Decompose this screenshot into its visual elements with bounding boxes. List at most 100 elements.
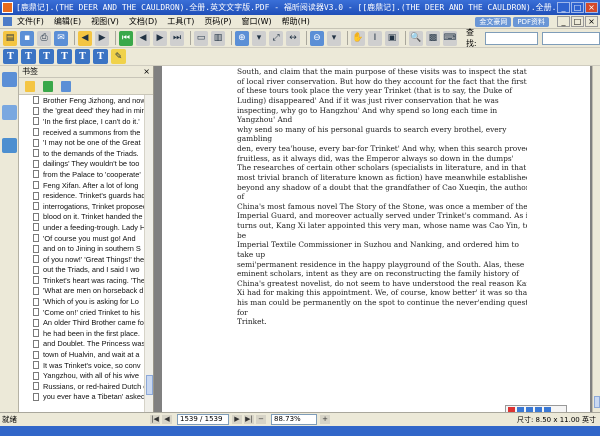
single-page-icon[interactable]: ▭ — [193, 30, 208, 46]
text-strike-icon[interactable]: T — [57, 49, 72, 64]
open-file-icon[interactable]: ▤ — [3, 30, 18, 46]
text-edit-icon[interactable]: T — [39, 49, 54, 64]
menu-tools[interactable]: 工具(T) — [162, 16, 199, 27]
bookmark-item[interactable]: Yangzhou, with all of his wive — [33, 370, 153, 381]
bookmark-item[interactable]: 'I may not be one of the Great — [33, 137, 153, 148]
bookmark-item[interactable]: Brother Feng Jizhong, and now — [33, 95, 153, 106]
bookmark-item[interactable]: 'What are men on horseback d — [33, 286, 153, 297]
layers-tab-icon[interactable] — [2, 138, 17, 153]
ad-link-right[interactable]: PDF资料 — [513, 16, 549, 27]
bookmark-item[interactable]: from the Palace to 'cooperate' — [33, 169, 153, 180]
bookmark-item[interactable]: received a summons from the — [33, 127, 153, 138]
previous-view-icon[interactable]: ◀ — [78, 30, 93, 46]
status-next-page-icon[interactable]: ▶ — [232, 415, 242, 424]
last-page-icon[interactable]: ⏭ — [170, 30, 185, 46]
bookmark-item[interactable]: to the demands of the Triads. — [33, 148, 153, 159]
bookmark-item[interactable]: you ever have a Tibetan' asked — [33, 392, 153, 403]
bookmark-item[interactable]: Trinket's heart was racing. 'The — [33, 275, 153, 286]
bookmarks-tab-icon[interactable] — [2, 72, 17, 87]
document-scroll-thumb[interactable] — [594, 396, 600, 408]
doc-close-button[interactable]: × — [585, 16, 598, 27]
bookmark-item[interactable]: 'Which of you is asking for Lo — [33, 296, 153, 307]
bookmark-item[interactable]: 'Come on!' cried Trinket to his — [33, 307, 153, 318]
bookmark-list[interactable]: Brother Feng Jizhong, and now the 'great … — [19, 95, 153, 412]
pdf-page[interactable]: South, and claim that the main purpose o… — [162, 66, 590, 412]
status-last-page-icon[interactable]: ▶| — [244, 415, 254, 424]
bookmark-item[interactable]: Russians, or red-haired Dutch o — [33, 381, 153, 392]
close-button[interactable]: × — [585, 2, 598, 13]
bookmark-scrollbar[interactable] — [144, 95, 153, 412]
hand-tool-icon[interactable]: ✋ — [350, 30, 365, 46]
note-icon[interactable]: ✎ — [111, 49, 126, 64]
bookmark-item[interactable]: blood on it. Trinket handed the — [33, 212, 153, 223]
search-input[interactable] — [541, 31, 600, 45]
ad-banner[interactable]: 金文豪网 PDF资料 — [475, 16, 549, 27]
status-zoom-in-icon[interactable]: + — [320, 415, 330, 424]
expand-bookmark-icon[interactable] — [61, 80, 71, 92]
text-box-icon[interactable]: T — [21, 49, 36, 64]
save-icon[interactable]: ▪ — [20, 30, 35, 46]
document-viewer[interactable]: South, and claim that the main purpose o… — [154, 66, 600, 412]
bookmark-item[interactable]: 'In the first place, I can't do it.' — [33, 116, 153, 127]
bookmark-item[interactable]: residence. Trinket's guards had — [33, 190, 153, 201]
bookmark-item[interactable]: of you now!' 'Great Things!' the — [33, 254, 153, 265]
new-bookmark-icon[interactable] — [25, 80, 35, 92]
app-icon[interactable] — [2, 2, 13, 13]
zoom-dropdown-icon[interactable]: ▾ — [251, 30, 266, 46]
bookmark-item[interactable]: out the Triads, and I said I wo — [33, 265, 153, 276]
status-prev-page-icon[interactable]: ◀ — [162, 415, 172, 424]
bookmark-item[interactable]: Feng Xifan. After a lot of long — [33, 180, 153, 191]
bookmark-item[interactable]: town of Hualvin, and wait at a — [33, 349, 153, 360]
continuous-page-icon[interactable]: ▥ — [210, 30, 225, 46]
status-first-page-icon[interactable]: |◀ — [150, 415, 160, 424]
doc-minimize-button[interactable]: _ — [557, 16, 570, 27]
bookmark-item[interactable]: and on to Jining in southern S — [33, 243, 153, 254]
zoom-out-icon[interactable]: ⊖ — [309, 30, 324, 46]
bookmark-item[interactable]: and Doublet. The Princess was — [33, 339, 153, 350]
text-underline-icon[interactable]: T — [75, 49, 90, 64]
menu-view[interactable]: 视图(V) — [86, 16, 124, 27]
bookmark-item[interactable]: An older Third Brother came fo — [33, 317, 153, 328]
maximize-button[interactable]: □ — [571, 2, 584, 13]
delete-bookmark-icon[interactable] — [43, 80, 53, 92]
panel-close-icon[interactable]: × — [143, 67, 150, 76]
scroll-thumb[interactable] — [146, 375, 153, 395]
snapshot-icon[interactable]: ▣ — [384, 30, 399, 46]
select-text-icon[interactable]: I — [367, 30, 382, 46]
zoom-in-icon[interactable]: ⊕ — [234, 30, 249, 46]
bookmark-item[interactable]: the 'great deed' they had in mind — [33, 106, 153, 117]
image-icon[interactable]: ▩ — [425, 30, 440, 46]
menu-help[interactable]: 帮助(H) — [277, 16, 315, 27]
first-page-icon[interactable]: ⏮ — [118, 30, 133, 46]
menu-edit[interactable]: 编辑(E) — [49, 16, 86, 27]
actual-size-icon[interactable]: ▾ — [326, 30, 341, 46]
print-icon[interactable]: ⎙ — [37, 30, 52, 46]
menu-file[interactable]: 文件(F) — [12, 16, 49, 27]
typewriter-icon[interactable]: ⌨ — [442, 30, 457, 46]
search-dropdown[interactable] — [485, 31, 538, 45]
find-icon[interactable]: 🔍 — [408, 30, 423, 46]
ad-link-left[interactable]: 金文豪网 — [475, 16, 512, 27]
minimize-button[interactable]: _ — [557, 2, 570, 13]
bookmark-item[interactable]: he had been in the first place. — [33, 328, 153, 339]
bookmark-item[interactable]: interrogations, Trinket proposed — [33, 201, 153, 212]
bookmark-item[interactable]: It was Trinket's voice, so conv — [33, 360, 153, 371]
pages-tab-icon[interactable] — [2, 105, 17, 120]
next-view-icon[interactable]: ▶ — [95, 30, 110, 46]
doc-restore-button[interactable]: □ — [571, 16, 584, 27]
menu-page[interactable]: 页码(P) — [199, 16, 236, 27]
menu-document[interactable]: 文档(D) — [124, 16, 162, 27]
text-tool-icon[interactable]: T — [3, 49, 18, 64]
menu-window[interactable]: 窗口(W) — [236, 16, 276, 27]
next-page-icon[interactable]: ▶ — [153, 30, 168, 46]
zoom-field[interactable]: 88.73% — [271, 414, 317, 425]
page-number-field[interactable]: 1539 / 1539 — [177, 414, 229, 425]
document-scrollbar[interactable] — [592, 66, 600, 412]
bookmark-item[interactable]: 'Of course you must go! And — [33, 233, 153, 244]
fit-width-icon[interactable]: ↔ — [285, 30, 300, 46]
status-zoom-out-icon[interactable]: − — [256, 415, 266, 424]
document-icon[interactable] — [3, 17, 12, 26]
fit-page-icon[interactable]: ⤢ — [268, 30, 283, 46]
bookmark-item[interactable]: dailings' They wouldn't be too — [33, 159, 153, 170]
text-highlight-icon[interactable]: T — [93, 49, 108, 64]
